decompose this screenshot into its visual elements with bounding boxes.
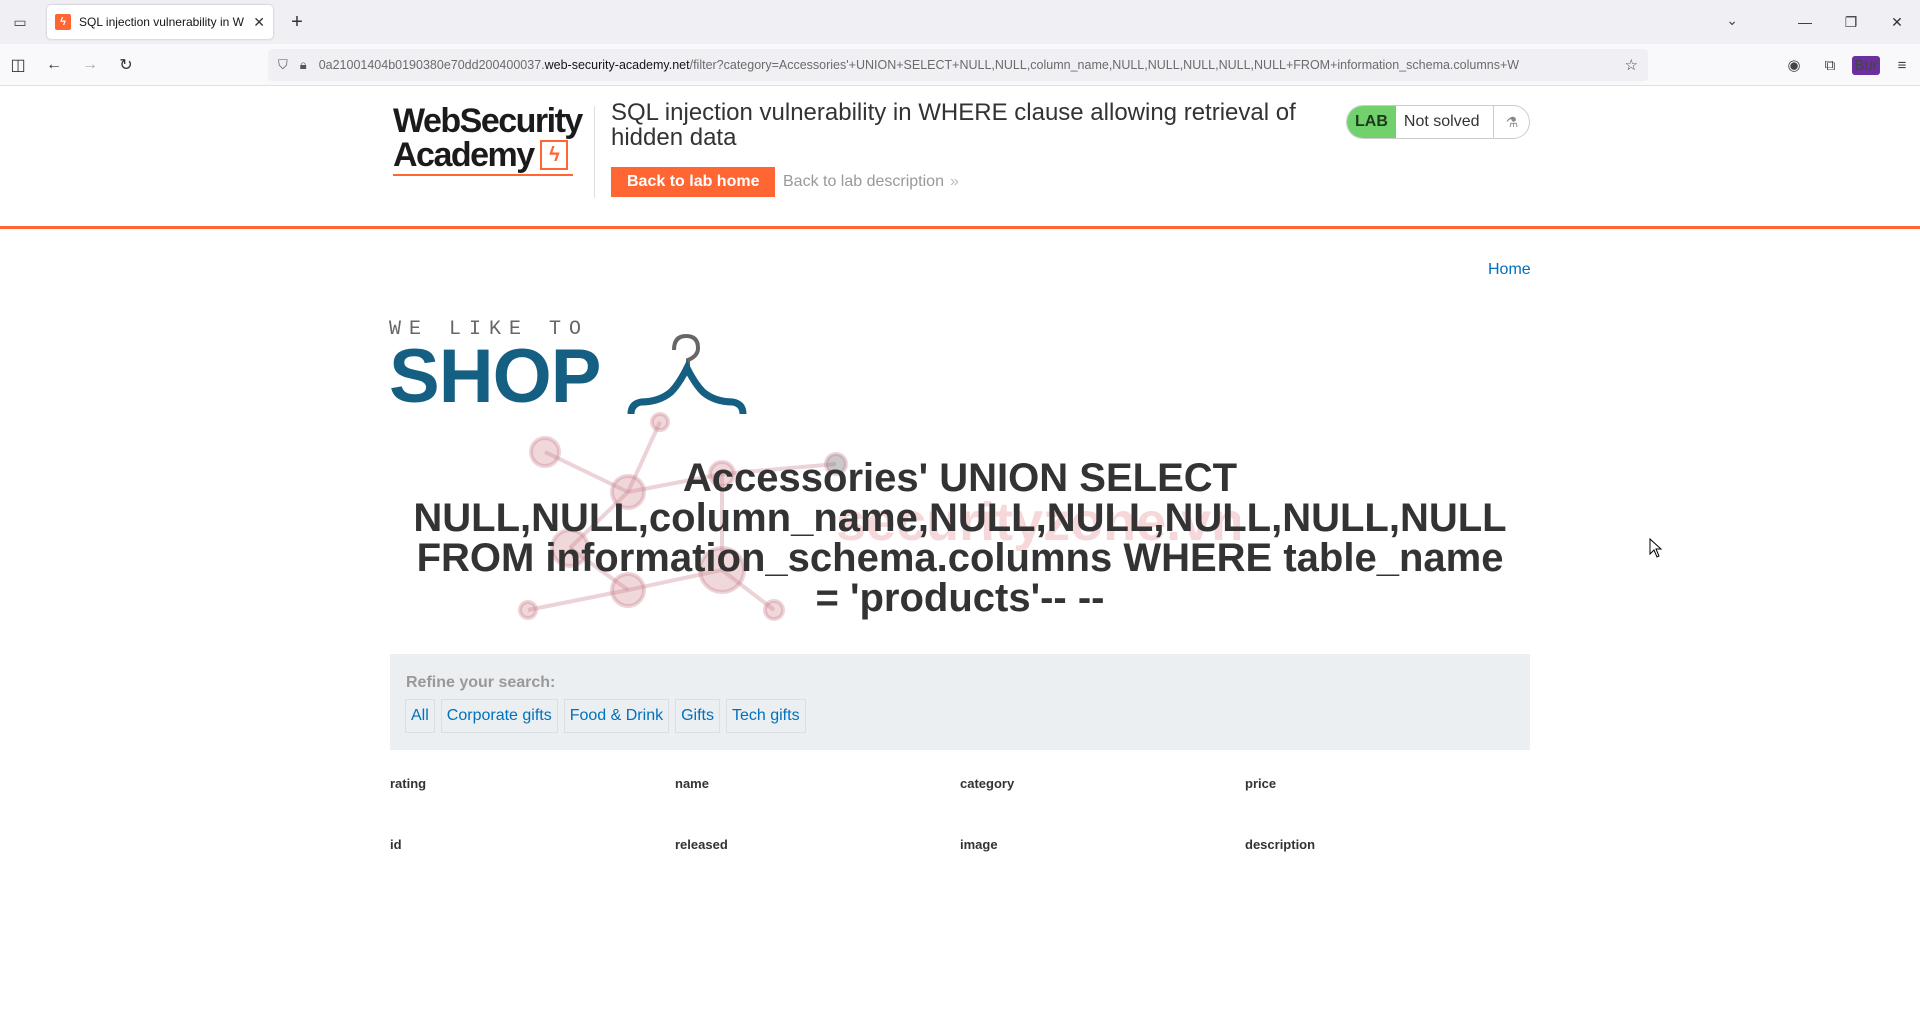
filter-gifts[interactable]: Gifts (675, 699, 720, 733)
page-heading: Accessories' UNION SELECT NULL,NULL,colu… (413, 456, 1507, 620)
table-cell: description (1245, 837, 1316, 852)
web-security-academy-logo[interactable]: WebSecurity Academy ϟ (393, 104, 591, 194)
header-divider (594, 106, 595, 198)
url-bar[interactable]: ⛉ 🔒︎ 0a21001404b0190380e70dd200400037.we… (268, 49, 1648, 81)
bookmark-star-icon[interactable]: ☆ (1625, 56, 1638, 74)
shop-logo: WE LIKE TO SHOP (389, 318, 749, 418)
filter-all[interactable]: All (405, 699, 435, 733)
back-arrow-icon[interactable]: ← (36, 49, 72, 81)
logo-line2: Academy (393, 136, 535, 174)
double-chevron-right-icon: » (949, 173, 959, 190)
lock-icon[interactable]: 🔒︎ (300, 57, 307, 73)
new-tab-icon[interactable]: + (283, 11, 311, 34)
menu-hamburger-icon[interactable]: ≡ (1884, 57, 1920, 74)
forward-arrow-icon[interactable]: → (72, 49, 108, 81)
table-cell: rating (390, 776, 427, 791)
url-host: web-security-academy.net (544, 58, 690, 72)
tab-title: SQL injection vulnerability in W (79, 15, 244, 29)
filter-corporate-gifts[interactable]: Corporate gifts (440, 699, 558, 733)
close-window-icon[interactable]: ✕ (1874, 14, 1920, 31)
lab-status-text: Not solved (1395, 106, 1494, 138)
back-to-lab-home-button[interactable]: Back to lab home (611, 167, 776, 197)
mouse-cursor-icon (1649, 538, 1663, 558)
url-subdomain: 0a21001404b0190380e70dd200400037. (318, 58, 545, 72)
hanger-icon (627, 333, 747, 415)
back-to-lab-description-link[interactable]: Back to lab description » (783, 173, 959, 191)
reload-icon[interactable]: ↻ (108, 49, 144, 81)
window-controls: — ❐ ✕ (1782, 0, 1920, 44)
tab-overflow-chevron-icon[interactable]: ⌄ (1726, 12, 1738, 29)
tab-list-icon[interactable]: ▭ (0, 0, 40, 44)
minimize-icon[interactable]: — (1782, 14, 1828, 30)
refine-search-panel: Refine your search: All Corporate gifts … (390, 654, 1530, 750)
browser-tabbar: ▭ ϟ SQL injection vulnerability in W ✕ +… (0, 0, 1920, 44)
browser-navbar: ◫ ← → ↻ ⛉ 🔒︎ 0a21001404b0190380e70dd2004… (0, 44, 1920, 86)
lab-status-widget: LAB Not solved ⚗ (1346, 105, 1531, 139)
url-path: /filter?category=Accessories'+UNION+SELE… (689, 58, 1520, 72)
results-table: rating name category price id released i… (390, 776, 1530, 898)
lab-header: WebSecurity Academy ϟ SQL injection vulne… (0, 86, 1920, 229)
lab-title: SQL injection vulnerability in WHERE cla… (611, 99, 1296, 151)
table-cell: id (390, 837, 402, 852)
logo-line1: WebSecurity (393, 102, 583, 140)
table-cell: name (675, 776, 709, 791)
sidebar-toggle-icon[interactable]: ◫ (0, 49, 36, 81)
back-desc-label: Back to lab description (783, 173, 944, 190)
flask-icon: ⚗ (1493, 106, 1529, 138)
category-filters: All Corporate gifts Food & Drink Gifts T… (405, 699, 806, 733)
url-text[interactable]: 0a21001404b0190380e70dd200400037.web-sec… (319, 58, 1625, 72)
home-link[interactable]: Home (1488, 261, 1531, 279)
account-icon[interactable]: ◉ (1776, 56, 1812, 74)
table-cell: released (675, 837, 728, 852)
lightning-bolt-icon: ϟ (539, 140, 568, 170)
shield-icon[interactable]: ⛉ (278, 57, 288, 73)
table-cell: price (1245, 776, 1277, 791)
burp-extension-icon[interactable]: Bur (1848, 55, 1884, 75)
table-cell: category (960, 776, 1015, 791)
browser-tab[interactable]: ϟ SQL injection vulnerability in W ✕ (47, 5, 273, 39)
table-row: rating name category price (390, 776, 1530, 837)
logo-underline (393, 174, 573, 176)
filter-food-drink[interactable]: Food & Drink (563, 699, 670, 733)
toolbar-right: ◉ ⧉ Bur ≡ (1776, 49, 1920, 81)
filter-tech-gifts[interactable]: Tech gifts (725, 699, 806, 733)
logo-line2-row: Academy ϟ (393, 138, 591, 172)
extensions-icon[interactable]: ⧉ (1812, 57, 1848, 74)
table-row: id released image description (390, 837, 1530, 898)
restore-icon[interactable]: ❐ (1828, 14, 1874, 31)
lab-favicon-icon: ϟ (55, 14, 71, 30)
tab-close-icon[interactable]: ✕ (253, 14, 265, 31)
lab-badge: LAB (1347, 106, 1396, 138)
table-cell: image (960, 837, 998, 852)
refine-label: Refine your search: (406, 674, 556, 691)
